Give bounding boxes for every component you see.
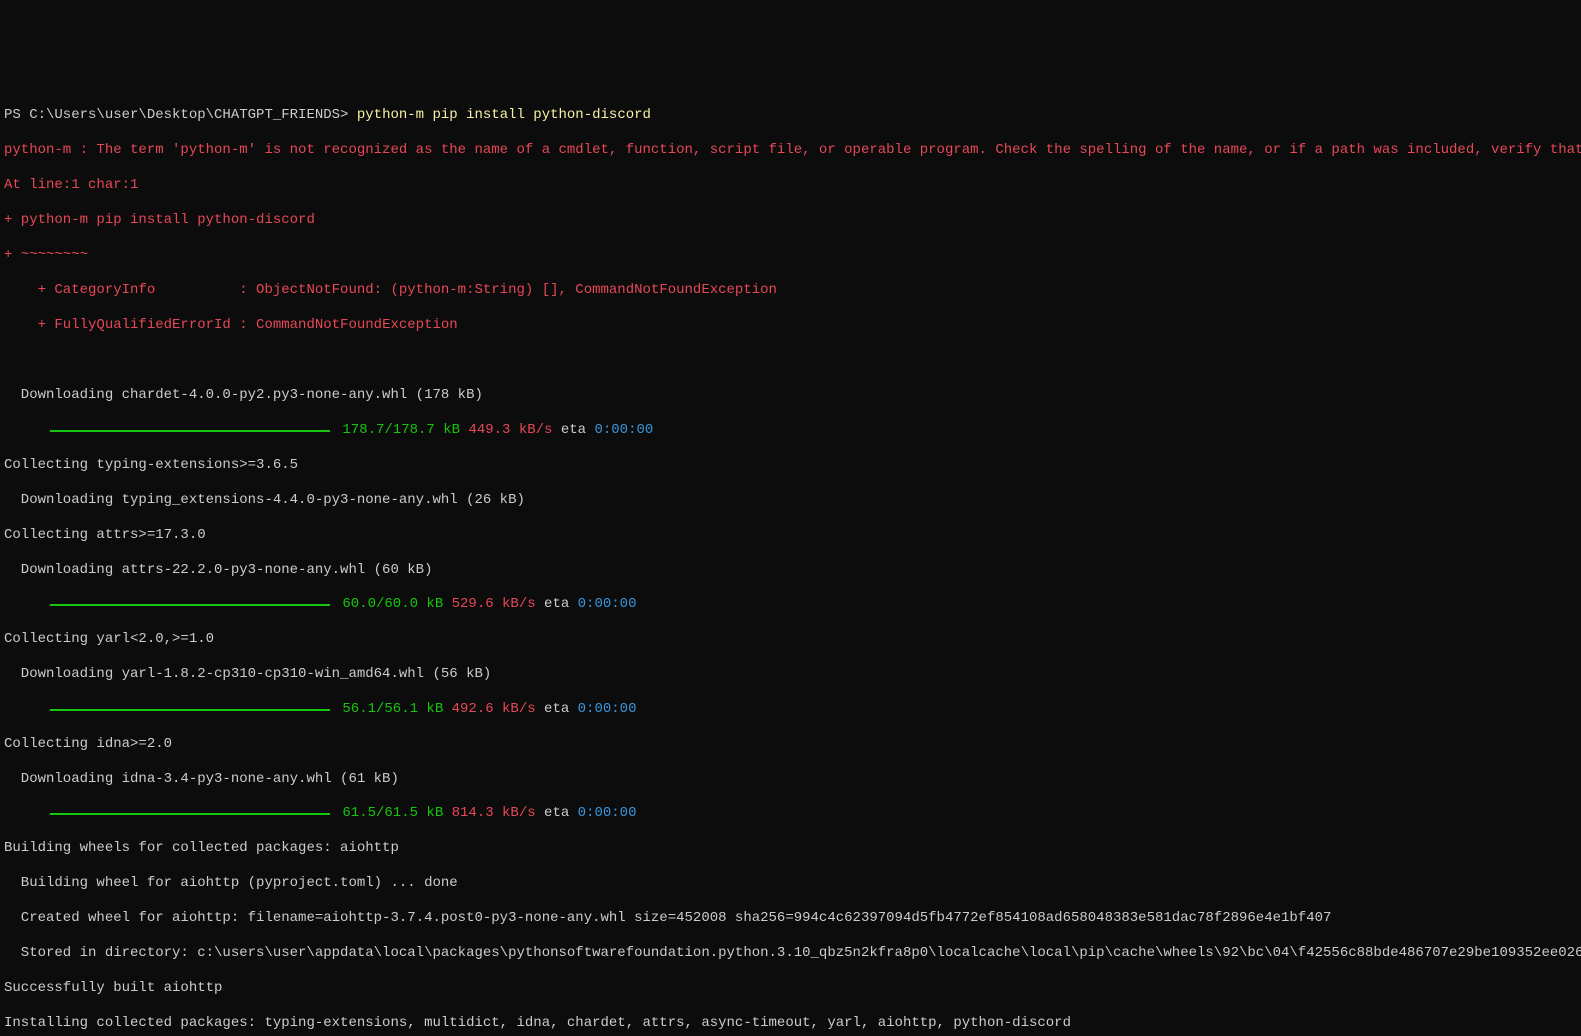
error-message: python-m : The term 'python-m' is not re… (4, 142, 1577, 160)
progress-bar (50, 709, 330, 711)
error-underline: + ~~~~~~~~ (4, 247, 1577, 265)
eta-value: 0:00:00 (578, 805, 637, 823)
error-fq-id: + FullyQualifiedErrorId : CommandNotFoun… (4, 317, 1577, 335)
error-echo: + python-m pip install python-discord (4, 212, 1577, 230)
entered-command: python-m pip install python-discord (357, 107, 651, 123)
eta-value: 0:00:00 (594, 422, 653, 440)
progress-bar (50, 430, 330, 432)
progress-bar (50, 604, 330, 606)
progress-size: 61.5/61.5 kB (334, 805, 443, 823)
collect-typing: Collecting typing-extensions>=3.6.5 (4, 457, 1577, 475)
ps-prompt: PS C:\Users\user\Desktop\CHATGPT_FRIENDS… (4, 107, 348, 123)
download-typing: Downloading typing_extensions-4.4.0-py3-… (4, 492, 1577, 510)
progress-speed: 449.3 kB/s (460, 422, 552, 440)
progress-speed: 529.6 kB/s (443, 596, 535, 614)
eta-value: 0:00:00 (578, 701, 637, 719)
progress-bar (50, 813, 330, 815)
build-created: Created wheel for aiohttp: filename=aioh… (4, 910, 1577, 928)
collect-yarl: Collecting yarl<2.0,>=1.0 (4, 631, 1577, 649)
eta-label: eta (552, 422, 594, 440)
collect-idna: Collecting idna>=2.0 (4, 736, 1577, 754)
progress-idna: 61.5/61.5 kB 814.3 kB/s eta 0:00:00 (4, 806, 1577, 823)
progress-size: 60.0/60.0 kB (334, 596, 443, 614)
error-at-line: At line:1 char:1 (4, 177, 1577, 195)
download-idna: Downloading idna-3.4-py3-none-any.whl (6… (4, 771, 1577, 789)
progress-yarl: 56.1/56.1 kB 492.6 kB/s eta 0:00:00 (4, 701, 1577, 718)
build-success: Successfully built aiohttp (4, 980, 1577, 998)
eta-label: eta (536, 596, 578, 614)
eta-label: eta (536, 805, 578, 823)
progress-speed: 492.6 kB/s (443, 701, 535, 719)
download-yarl: Downloading yarl-1.8.2-cp310-cp310-win_a… (4, 666, 1577, 684)
error-category-info: + CategoryInfo : ObjectNotFound: (python… (4, 282, 1577, 300)
prompt-line: PS C:\Users\user\Desktop\CHATGPT_FRIENDS… (4, 107, 1577, 125)
install-header: Installing collected packages: typing-ex… (4, 1015, 1577, 1033)
build-building: Building wheel for aiohttp (pyproject.to… (4, 875, 1577, 893)
download-chardet: Downloading chardet-4.0.0-py2.py3-none-a… (4, 387, 1577, 405)
progress-size: 56.1/56.1 kB (334, 701, 443, 719)
collect-attrs: Collecting attrs>=17.3.0 (4, 527, 1577, 545)
progress-speed: 814.3 kB/s (443, 805, 535, 823)
progress-attrs: 60.0/60.0 kB 529.6 kB/s eta 0:00:00 (4, 597, 1577, 614)
build-stored: Stored in directory: c:\users\user\appda… (4, 945, 1577, 963)
progress-size: 178.7/178.7 kB (334, 422, 460, 440)
progress-chardet: 178.7/178.7 kB 449.3 kB/s eta 0:00:00 (4, 422, 1577, 439)
blank-line (4, 352, 1577, 370)
build-header: Building wheels for collected packages: … (4, 840, 1577, 858)
download-attrs: Downloading attrs-22.2.0-py3-none-any.wh… (4, 562, 1577, 580)
terminal-output[interactable]: PS C:\Users\user\Desktop\CHATGPT_FRIENDS… (0, 88, 1581, 1036)
eta-value: 0:00:00 (578, 596, 637, 614)
eta-label: eta (536, 701, 578, 719)
